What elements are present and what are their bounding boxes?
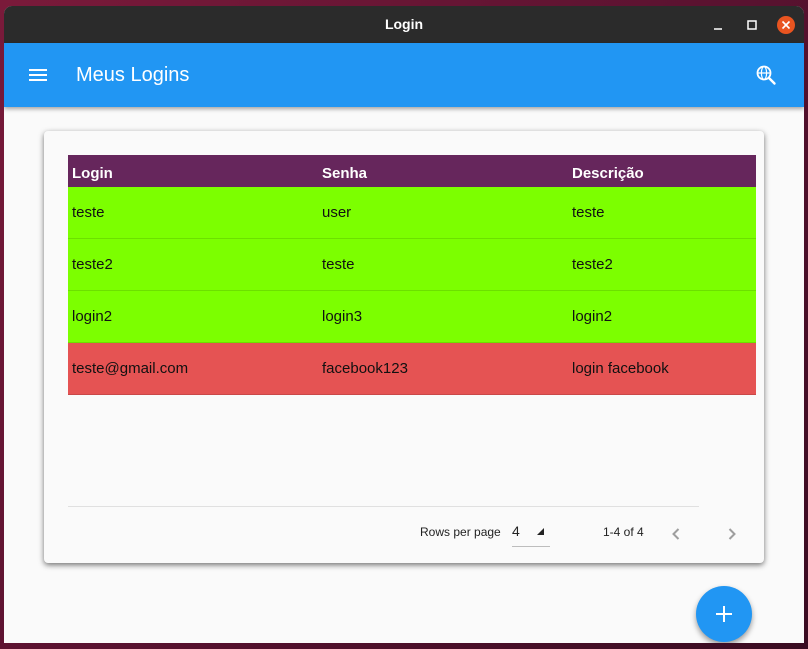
cell-descricao: teste [572,204,605,221]
plus-icon [716,606,732,622]
cell-senha: login3 [322,308,363,325]
table-row[interactable]: teste2 teste teste2 [68,239,756,291]
logins-card: Login Senha Descrição teste user teste t… [44,131,764,563]
cell-login: login2 [72,308,113,325]
hamburger-menu-icon [29,69,47,81]
cell-login: teste [72,204,105,221]
minimize-button[interactable] [707,14,729,36]
cell-senha: user [322,204,352,221]
cell-descricao: teste2 [572,256,613,273]
table-row[interactable]: teste@gmail.com facebook123 login facebo… [68,343,756,395]
next-page-button[interactable] [720,522,744,546]
rows-per-page-label: Rows per page [420,525,501,539]
maximize-button[interactable] [741,14,763,36]
pagination-range: 1-4 of 4 [603,525,644,539]
globe-search-icon [756,65,776,85]
app-window: Login Meus Logins Login Senha Descrição … [4,6,804,643]
previous-page-button[interactable] [664,522,688,546]
cell-senha: teste [322,256,355,273]
pagination-divider [68,506,699,507]
title-bar[interactable]: Login [4,6,804,43]
column-header-login[interactable]: Login [68,165,318,187]
dropdown-arrow-icon [537,528,544,535]
cell-login: teste@gmail.com [72,360,189,377]
close-icon [777,16,795,34]
chevron-left-icon [672,528,680,540]
table-row[interactable]: teste user teste [68,187,756,239]
close-window-button[interactable] [775,14,797,36]
cell-login: teste2 [72,256,113,273]
chevron-right-icon [728,528,736,540]
page-title: Meus Logins [76,64,190,86]
cell-descricao: login2 [572,308,613,325]
column-header-senha[interactable]: Senha [318,165,568,187]
rows-per-page-select[interactable]: 4 [512,521,550,547]
globe-search-button[interactable] [754,63,778,87]
maximize-icon [747,20,757,30]
menu-button[interactable] [26,63,50,87]
column-header-descricao[interactable]: Descrição [568,165,756,187]
logins-table: Login Senha Descrição teste user teste t… [68,155,756,395]
cell-senha: facebook123 [322,360,408,377]
app-bar: Meus Logins [4,43,804,107]
window-title: Login [384,16,424,32]
cell-descricao: login facebook [572,360,669,377]
add-login-button[interactable] [696,586,752,642]
minimize-icon [714,28,722,30]
table-header: Login Senha Descrição [68,155,756,187]
table-row[interactable]: login2 login3 login2 [68,291,756,343]
rows-per-page-value: 4 [512,523,520,539]
